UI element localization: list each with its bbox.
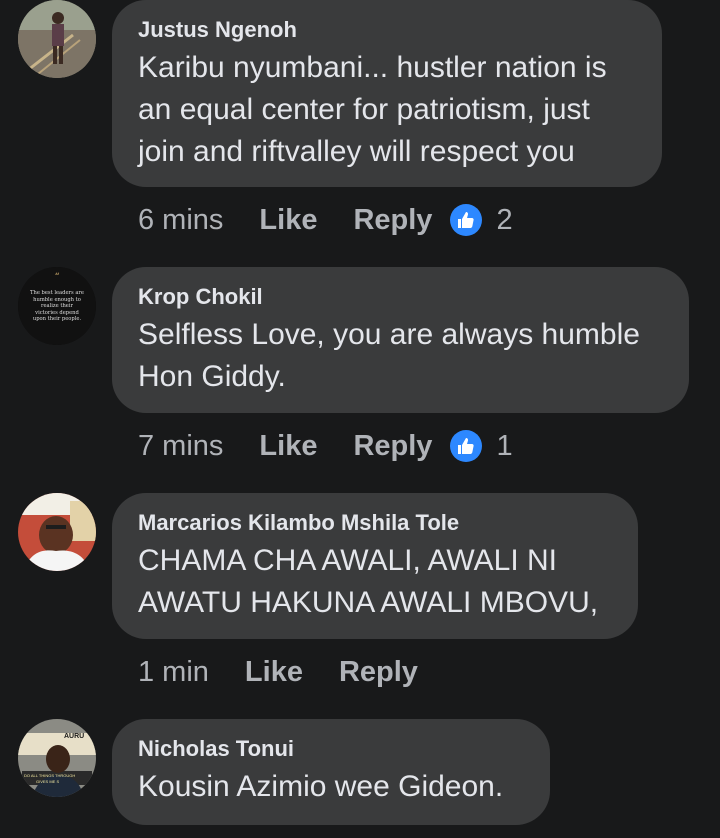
comment-timestamp[interactable]: 6 mins <box>138 204 223 237</box>
comment-bubble[interactable]: Justus Ngenoh Karibu nyumbani... hustler… <box>112 0 662 187</box>
like-button[interactable]: Like <box>259 430 317 463</box>
avatar-sign: AURU <box>64 733 85 740</box>
avatar-sign: GIVES ME S <box>36 779 60 784</box>
avatar[interactable]: “ The best leaders are humble enough to … <box>18 267 96 345</box>
reaction-count: 2 <box>496 203 513 236</box>
avatar[interactable] <box>18 493 96 571</box>
avatar-sign: DO ALL THINGS THROUGH <box>24 773 76 778</box>
reply-button[interactable]: Reply <box>353 430 432 463</box>
comment-actions: 7 mins Like Reply 1 <box>138 426 513 466</box>
comment-author[interactable]: Marcarios Kilambo Mshila Tole <box>138 508 612 538</box>
avatar[interactable]: AURU DO ALL THINGS THROUGH GIVES ME S <box>18 719 96 797</box>
like-button[interactable]: Like <box>245 656 303 689</box>
comment-author[interactable]: Krop Chokil <box>138 282 663 312</box>
avatar-quote: The best leaders are humble enough to re… <box>30 290 84 322</box>
reaction-count: 1 <box>496 429 513 462</box>
comment-text: Kousin Azimio wee Gideon. <box>138 770 504 803</box>
comment-text: Karibu nyumbani... hustler nation is an … <box>138 51 607 168</box>
comment-bubble[interactable]: Marcarios Kilambo Mshila Tole CHAMA CHA … <box>112 493 638 639</box>
comment-timestamp[interactable]: 1 min <box>138 656 209 689</box>
comment-timestamp[interactable]: 7 mins <box>138 430 223 463</box>
comment-text: Selfless Love, you are always humble Hon… <box>138 318 640 393</box>
avatar[interactable] <box>18 0 96 78</box>
reaction-summary[interactable]: 2 <box>450 203 513 237</box>
reply-button[interactable]: Reply <box>353 204 432 237</box>
comment-author[interactable]: Nicholas Tonui <box>138 734 524 764</box>
reply-button[interactable]: Reply <box>339 656 418 689</box>
comment-bubble[interactable]: Nicholas Tonui Kousin Azimio wee Gideon. <box>112 719 550 825</box>
reaction-summary[interactable]: 1 <box>450 429 513 463</box>
comment-bubble[interactable]: Krop Chokil Selfless Love, you are alway… <box>112 267 689 413</box>
comment-actions: 6 mins Like Reply 2 <box>138 200 513 240</box>
svg-text:“: “ <box>54 272 59 283</box>
thumbs-up-icon <box>450 204 483 236</box>
comment-author[interactable]: Justus Ngenoh <box>138 15 636 45</box>
like-button[interactable]: Like <box>259 204 317 237</box>
comment-text: CHAMA CHA AWALI, AWALI NI AWATU HAKUNA A… <box>138 544 599 619</box>
thumbs-up-icon <box>450 430 483 462</box>
comment-actions: 1 min Like Reply <box>138 652 436 692</box>
